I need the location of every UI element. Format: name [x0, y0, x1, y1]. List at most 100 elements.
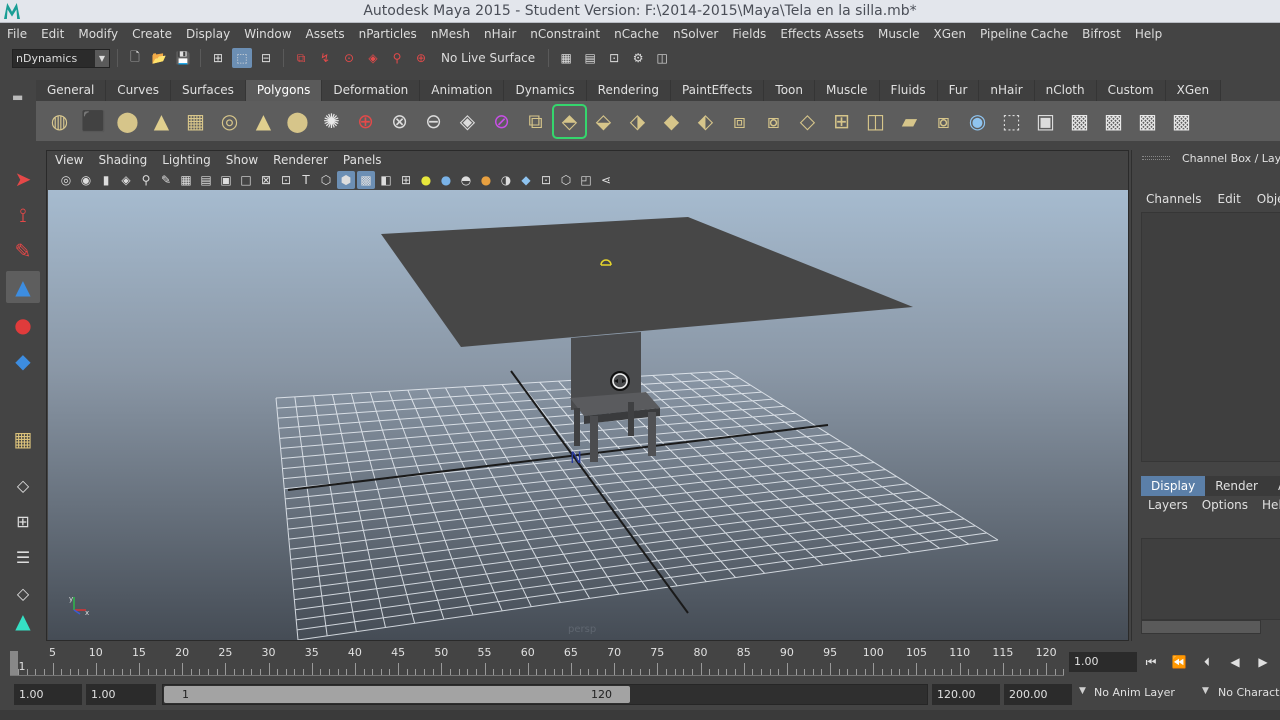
shelf-tab-xgen[interactable]: XGen	[1165, 80, 1222, 101]
spherical-uv-icon[interactable]: ◉	[962, 106, 993, 137]
smooth-icon[interactable]: ◈	[452, 106, 483, 137]
resolution-gate-icon[interactable]: ▣	[217, 171, 235, 189]
magnet-icon[interactable]: ⊕	[411, 48, 431, 68]
menu-window[interactable]: Window	[237, 27, 298, 41]
menu-ncache[interactable]: nCache	[607, 27, 666, 41]
snap-to-view-plane-icon[interactable]: ◈	[363, 48, 383, 68]
shelf-tab-toon[interactable]: Toon	[764, 80, 816, 101]
poly-cylinder-icon[interactable]: ⬤	[112, 106, 143, 137]
play-backwards-icon[interactable]: ◀	[1226, 652, 1244, 672]
menu-nsolver[interactable]: nSolver	[666, 27, 725, 41]
render-frame-icon[interactable]: ▤	[580, 48, 600, 68]
shelf-tab-muscle[interactable]: Muscle	[815, 80, 880, 101]
camera-pen-icon[interactable]: ✎	[157, 171, 175, 189]
safe-title-icon[interactable]: T	[297, 171, 315, 189]
panel-menu-panels[interactable]: Panels	[343, 153, 382, 167]
wireframe-icon[interactable]: ⬡	[317, 171, 335, 189]
menu-display[interactable]: Display	[179, 27, 237, 41]
select-by-object-icon[interactable]: ⬚	[232, 48, 252, 68]
camera-select-icon[interactable]: ◎	[57, 171, 75, 189]
poly-pyramid-icon[interactable]: ▲	[248, 106, 279, 137]
move-tool-icon[interactable]: ▲	[6, 271, 40, 303]
chevron-down-icon[interactable]: ▼	[1202, 686, 1209, 696]
poly-sphere-icon[interactable]: ◍	[44, 106, 75, 137]
shelf-tab-general[interactable]: General	[36, 80, 107, 101]
collapse-icon[interactable]: ◫	[860, 106, 891, 137]
ipr-render-icon[interactable]: ⊡	[604, 48, 624, 68]
cylindrical-uv-icon[interactable]: ⧇	[928, 106, 959, 137]
chevron-down-icon[interactable]: ▼	[1079, 686, 1086, 696]
append-icon[interactable]: ⬗	[622, 106, 653, 137]
paint-select-tool-icon[interactable]: ✎	[6, 235, 40, 267]
bevel-icon[interactable]: ◇	[792, 106, 823, 137]
hud-icon[interactable]: ⋖	[597, 171, 615, 189]
shelf-tab-ncloth[interactable]: nCloth	[1034, 80, 1097, 101]
camera-attributes-icon[interactable]: ◉	[77, 171, 95, 189]
single-perspective-layout-icon[interactable]: ◇	[6, 469, 40, 501]
planar-uv-icon[interactable]: ▰	[894, 106, 925, 137]
menu-nparticles[interactable]: nParticles	[352, 27, 424, 41]
motion-blur-icon[interactable]: ●	[477, 171, 495, 189]
use-all-lights-icon[interactable]: ●	[417, 171, 435, 189]
poly-cone-icon[interactable]: ▲	[146, 106, 177, 137]
perspective-viewport[interactable]: N y x persp	[48, 190, 1128, 640]
channel-list[interactable]	[1141, 212, 1280, 462]
shelf-tab-curves[interactable]: Curves	[106, 80, 171, 101]
grid-icon[interactable]: ▦	[177, 171, 195, 189]
shelf-tab-custom[interactable]: Custom	[1096, 80, 1166, 101]
split-polygon-icon[interactable]: ⬖	[690, 106, 721, 137]
extract-icon[interactable]: ⊖	[418, 106, 449, 137]
shelf-tab-deformation[interactable]: Deformation	[322, 80, 421, 101]
outliner-layout-icon[interactable]: ☰	[6, 541, 40, 573]
menu-edit[interactable]: Edit	[34, 27, 71, 41]
shelf-menu-icon[interactable]: ▬	[12, 90, 23, 104]
menu-muscle[interactable]: Muscle	[871, 27, 927, 41]
chevron-down-icon[interactable]: ▼	[95, 49, 109, 67]
scale-tool-icon[interactable]: ◆	[6, 345, 40, 377]
poly-cube-icon[interactable]: ⬛	[78, 106, 109, 137]
automatic-uv-icon[interactable]: ⬚	[996, 106, 1027, 137]
animation-start-field[interactable]: 1.00	[14, 684, 82, 705]
scene-view[interactable]: N y x	[48, 190, 1128, 640]
menu-bifrost[interactable]: Bifrost	[1075, 27, 1128, 41]
menu-create[interactable]: Create	[125, 27, 179, 41]
select-tool-icon[interactable]: ➤	[6, 163, 40, 195]
combine-icon[interactable]: ⊕	[350, 106, 381, 137]
bookmark-icon[interactable]: ▮	[97, 171, 115, 189]
panel-menu-lighting[interactable]: Lighting	[162, 153, 211, 167]
menu-nconstraint[interactable]: nConstraint	[523, 27, 607, 41]
checker-c-icon[interactable]: ▩	[1132, 106, 1163, 137]
anim-layer-dropdown[interactable]: No Anim Layer	[1094, 686, 1175, 699]
menu-fields[interactable]: Fields	[725, 27, 773, 41]
playback-end-field[interactable]: 120.00	[932, 684, 1000, 705]
menu-nhair[interactable]: nHair	[477, 27, 523, 41]
xray-icon[interactable]: ◧	[377, 171, 395, 189]
smooth-shade-icon[interactable]: ⬢	[337, 170, 355, 189]
separate-icon[interactable]: ⊗	[384, 106, 415, 137]
last-tool-icon[interactable]: ▦	[6, 423, 40, 455]
menu-xgen[interactable]: XGen	[927, 27, 974, 41]
screen-space-ao-icon[interactable]: ◓	[457, 171, 475, 189]
go-to-start-icon[interactable]: ⏮	[1142, 652, 1160, 672]
layer-menu-layers[interactable]: Layers	[1148, 498, 1188, 512]
field-chart-icon[interactable]: ⊠	[257, 171, 275, 189]
playback-start-field[interactable]: 1.00	[86, 684, 156, 705]
checker-d-icon[interactable]: ▩	[1166, 106, 1197, 137]
shelf-tab-polygons[interactable]: Polygons	[245, 80, 323, 101]
shelf-tab-fur[interactable]: Fur	[937, 80, 980, 101]
snap-to-curve-icon[interactable]: ↯	[315, 48, 335, 68]
menu-set-dropdown[interactable]: nDynamics ▼	[12, 48, 110, 68]
play-forwards-icon[interactable]: ▶	[1254, 652, 1272, 672]
image-plane-icon[interactable]: ◈	[117, 171, 135, 189]
layer-tab-render[interactable]: Render	[1205, 476, 1268, 496]
gate-mask-icon[interactable]: □	[237, 171, 255, 189]
hypershade-icon[interactable]: ◫	[652, 48, 672, 68]
menu-pipeline-cache[interactable]: Pipeline Cache	[973, 27, 1075, 41]
four-view-layout-icon[interactable]: ⊞	[6, 505, 40, 537]
select-by-hierarchy-icon[interactable]: ⊞	[208, 48, 228, 68]
channel-menu-channels[interactable]: Channels	[1146, 192, 1202, 206]
insert-edgeloop-icon[interactable]: ⧈	[724, 106, 755, 137]
uv-editor-icon[interactable]: ▣	[1030, 106, 1061, 137]
animation-end-field[interactable]: 200.00	[1004, 684, 1072, 705]
time-slider-track[interactable]	[10, 661, 1065, 676]
